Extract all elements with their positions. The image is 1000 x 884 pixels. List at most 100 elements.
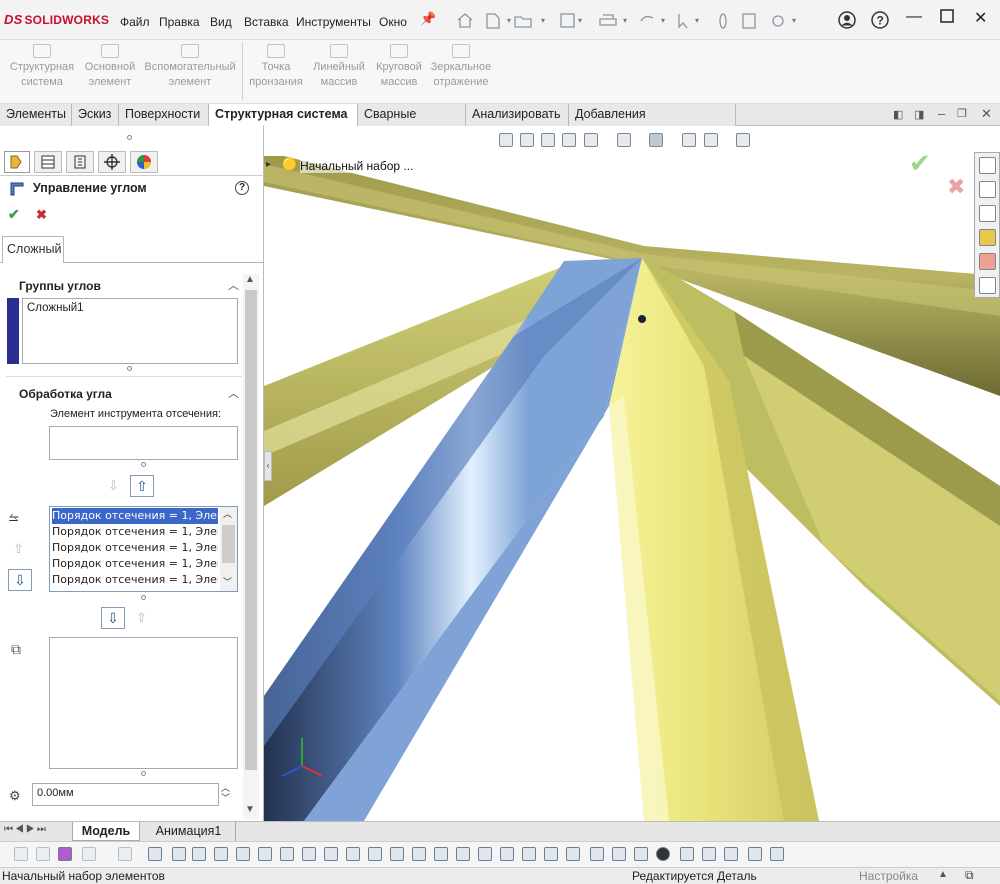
file-explorer-icon[interactable]: [979, 205, 996, 222]
scroll-down-arrow-icon[interactable]: ▼: [245, 804, 255, 815]
status-rebuild-icon[interactable]: ⧉: [965, 868, 974, 883]
dynamic-annotation-icon[interactable]: [584, 133, 598, 147]
list-scroll-down-icon[interactable]: ﹀: [223, 575, 232, 588]
filter-midpoints-icon[interactable]: [346, 847, 360, 861]
move-up-button[interactable]: ⇧: [130, 475, 154, 497]
help-icon[interactable]: ?: [871, 11, 889, 34]
tab-surfaces[interactable]: Поверхности: [119, 104, 209, 126]
status-dropdown-icon[interactable]: ▲: [938, 869, 948, 880]
list-scroll-thumb[interactable]: [222, 525, 235, 563]
secondary-member-button[interactable]: Вспомогательный элемент: [142, 44, 238, 90]
status-configuration[interactable]: Настройка: [859, 869, 918, 883]
view-settings-icon[interactable]: [736, 133, 750, 147]
list-item[interactable]: Порядок отсечения = 1, Элемент: [52, 572, 218, 588]
doc-restore-button[interactable]: ❐: [957, 107, 967, 120]
resize-handle[interactable]: [141, 595, 146, 600]
minimize-button[interactable]: —: [906, 8, 922, 26]
filter-sketch-segments-icon[interactable]: [324, 847, 338, 861]
selection-point-icon[interactable]: [638, 315, 646, 323]
filter-axes-icon[interactable]: [258, 847, 272, 861]
menu-edit[interactable]: Правка: [159, 15, 200, 29]
confirm-ok-icon[interactable]: ✔: [909, 148, 931, 179]
list-item[interactable]: Порядок отсечения = 1, Элемент:: [52, 556, 218, 572]
filter-dimensions-icon[interactable]: [412, 847, 426, 861]
order-down-button[interactable]: ⇩: [8, 569, 32, 591]
zoom-to-fit-icon[interactable]: [499, 133, 513, 147]
scroll-up-arrow-icon[interactable]: ▲: [245, 274, 255, 285]
edit-appearance-icon[interactable]: [704, 133, 718, 147]
linear-pattern-button[interactable]: Линейный массив: [309, 44, 369, 90]
doc-close-button[interactable]: ✕: [981, 106, 992, 122]
collapse-chevron-icon[interactable]: ︿: [228, 385, 239, 401]
filter-mesh-facet-vertices-icon[interactable]: [724, 847, 738, 861]
ok-check-icon[interactable]: ✔: [8, 206, 20, 223]
list-scroll-up-icon[interactable]: ︿: [223, 507, 232, 520]
menu-insert[interactable]: Вставка: [244, 15, 289, 29]
filter-weld-symbols-icon[interactable]: [522, 847, 536, 861]
filter-faces-icon[interactable]: [192, 847, 206, 861]
display-style-icon[interactable]: [649, 133, 663, 147]
maximize-button[interactable]: [940, 9, 954, 28]
filter-centerline-icon[interactable]: [390, 847, 404, 861]
filter-vertices-icon[interactable]: [148, 847, 162, 861]
view-orientation-icon[interactable]: [617, 133, 631, 147]
filter-ref-points-icon[interactable]: [748, 847, 762, 861]
filter-solid-bodies-icon[interactable]: [236, 847, 250, 861]
trim-order-list[interactable]: Порядок отсечения = 1, Элемент Порядок о…: [49, 506, 238, 592]
filter-connection-points-icon[interactable]: [634, 847, 648, 861]
filter-icon[interactable]: [14, 847, 28, 861]
gap-spinner[interactable]: ︿ ﹀: [221, 783, 230, 803]
tab-features[interactable]: Элементы: [0, 104, 72, 126]
bodies-selection-box[interactable]: [49, 637, 238, 769]
filter-more-icon[interactable]: [770, 847, 784, 861]
filter-blocks-icon[interactable]: [590, 847, 604, 861]
menu-window[interactable]: Окно: [379, 15, 407, 29]
resize-handle[interactable]: [127, 366, 132, 371]
filter-datum-targets-icon[interactable]: [544, 847, 558, 861]
tab-sketch[interactable]: Эскиз: [72, 104, 119, 126]
filter-dowel-pin-icon[interactable]: [612, 847, 626, 861]
tab-weldments[interactable]: Сварные детали: [358, 104, 466, 142]
filter-mesh-facets-icon[interactable]: [680, 847, 694, 861]
panel-collapse-arrow[interactable]: ‹: [264, 451, 272, 481]
tab-nav-left-icon[interactable]: ◧: [893, 108, 903, 121]
select-filter-icon[interactable]: [82, 847, 96, 861]
filter-sketch-points-icon[interactable]: [302, 847, 316, 861]
pm-help-icon[interactable]: ?: [235, 181, 249, 195]
tree-expand-icon[interactable]: ▸: [266, 159, 271, 170]
structural-system-button[interactable]: Структурная система: [7, 44, 77, 90]
tab-model[interactable]: Модель: [72, 822, 140, 841]
flyout-tree-label[interactable]: Начальный набор ...: [300, 159, 414, 173]
filter-cosmetic-threads-icon[interactable]: [566, 847, 580, 861]
list-item-selected[interactable]: Порядок отсечения = 1, Элемент: [52, 508, 218, 524]
subtab-complex[interactable]: Сложный: [2, 236, 64, 263]
previous-view-icon[interactable]: [541, 133, 555, 147]
filter-geometric-tolerance-icon[interactable]: [456, 847, 470, 861]
list-item[interactable]: Сложный1: [27, 302, 84, 314]
filter-mesh-facet-edges-icon[interactable]: [702, 847, 716, 861]
appearances-icon[interactable]: [979, 253, 996, 270]
move-down-button[interactable]: ⇩: [101, 607, 125, 629]
tab-structure-system[interactable]: Структурная система: [209, 104, 358, 127]
dimxpert-manager-tab[interactable]: [98, 151, 126, 173]
pm-scrollbar-thumb[interactable]: [245, 290, 257, 770]
tab-scroll-arrows-icon[interactable]: ⏮◀▶⏭: [4, 824, 48, 835]
menu-tools[interactable]: Инструменты: [296, 15, 371, 29]
pierce-point-button[interactable]: Точка пронзания: [246, 44, 306, 90]
resize-handle[interactable]: [141, 771, 146, 776]
cancel-x-icon[interactable]: ✖: [36, 207, 47, 223]
clear-filter-icon[interactable]: [118, 847, 132, 861]
primary-member-button[interactable]: Основной элемент: [80, 44, 140, 90]
custom-properties-icon[interactable]: [979, 277, 996, 294]
confirm-cancel-icon[interactable]: ✖: [947, 174, 965, 200]
list-item[interactable]: Порядок отсечения = 1, Элемент: [52, 540, 218, 556]
filter-all-icon[interactable]: [36, 847, 50, 861]
resize-handle[interactable]: [141, 462, 146, 467]
display-manager-tab[interactable]: [130, 151, 158, 173]
circular-pattern-button[interactable]: Круговой массив: [371, 44, 427, 90]
tab-evaluate[interactable]: Анализировать: [466, 104, 569, 126]
mirror-button[interactable]: Зеркальное отражение: [429, 44, 493, 90]
doc-minimize-button[interactable]: –: [938, 106, 945, 121]
list-scrollbar[interactable]: ︿ ﹀: [220, 507, 237, 591]
view-palette-icon[interactable]: [979, 229, 996, 246]
